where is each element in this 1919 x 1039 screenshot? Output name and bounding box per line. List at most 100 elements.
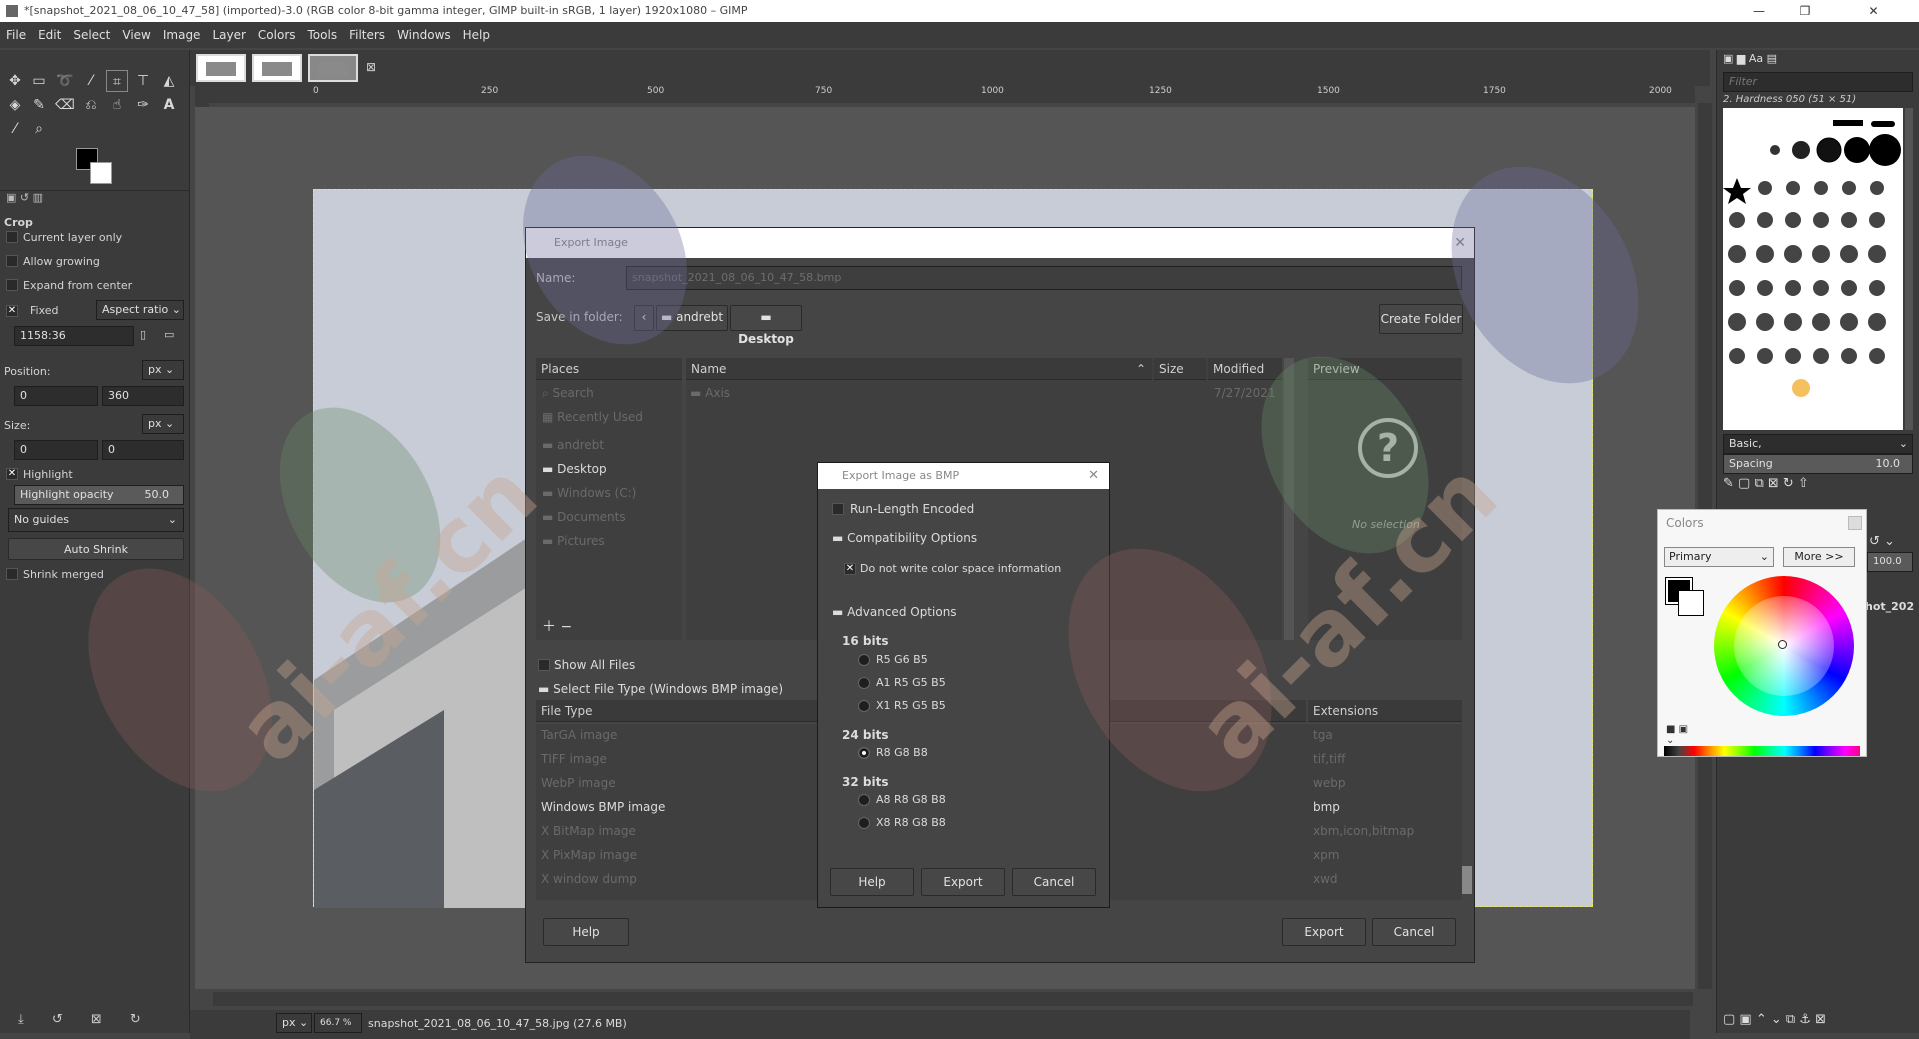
spacing-slider[interactable]: Spacing 10.0 bbox=[1723, 454, 1913, 474]
color-palette[interactable] bbox=[1664, 746, 1860, 756]
secondary-swatch[interactable] bbox=[1678, 590, 1704, 616]
lasso-icon[interactable]: ➰ bbox=[54, 70, 76, 92]
bmp-export-button[interactable]: Export bbox=[921, 868, 1005, 896]
no-color-space-checkbox[interactable]: ✕ bbox=[844, 563, 856, 575]
file-type-row[interactable]: X BitMap image bbox=[541, 824, 636, 838]
menu-file[interactable]: File bbox=[0, 22, 32, 48]
crumb-desktop[interactable]: ▬ Desktop bbox=[730, 305, 802, 346]
auto-shrink-button[interactable]: Auto Shrink bbox=[8, 538, 184, 560]
brush-filter-input[interactable]: Filter bbox=[1723, 72, 1913, 92]
close-tab-icon[interactable]: ⊠ bbox=[366, 60, 376, 74]
rle-checkbox[interactable] bbox=[832, 503, 844, 515]
file-row[interactable]: ▬ Axis bbox=[690, 386, 730, 400]
toolbox-actions[interactable]: ⤓ ↺ ⊠ ↻ bbox=[0, 1012, 190, 1039]
menu-tools[interactable]: Tools bbox=[302, 22, 344, 48]
bucket-icon[interactable]: ◈ bbox=[4, 94, 26, 116]
name-header[interactable]: Name ⌃ bbox=[686, 358, 1152, 380]
color-wheel[interactable] bbox=[1714, 576, 1854, 716]
position-x-input[interactable]: 0 bbox=[14, 386, 98, 406]
status-unit-select[interactable]: px ⌄ bbox=[276, 1013, 312, 1033]
position-unit-select[interactable]: px ⌄ bbox=[142, 360, 184, 380]
bmp-help-button[interactable]: Help bbox=[830, 868, 914, 896]
picker-icon[interactable]: ⁄ bbox=[4, 118, 26, 140]
image-tab[interactable] bbox=[308, 54, 358, 82]
place-andrebt[interactable]: ▬ andrebt bbox=[542, 438, 604, 452]
more-button[interactable]: More >> bbox=[1783, 547, 1855, 567]
size-header[interactable]: Size bbox=[1154, 358, 1206, 380]
file-type-row[interactable]: TarGA image bbox=[541, 728, 617, 742]
highlight-opacity-slider[interactable]: Highlight opacity 50.0 bbox=[14, 485, 184, 505]
layer-opacity-input[interactable]: 100.0 bbox=[1867, 552, 1913, 572]
radio-a1r5g5b5[interactable] bbox=[858, 677, 870, 689]
menu-select[interactable]: Select bbox=[67, 22, 116, 48]
menu-edit[interactable]: Edit bbox=[32, 22, 67, 48]
fixed-checkbox[interactable]: ✕ bbox=[6, 305, 18, 317]
fuzzy-select-icon[interactable]: ⁄ bbox=[80, 70, 102, 92]
allow-growing-checkbox[interactable] bbox=[6, 255, 18, 267]
horizontal-scrollbar[interactable] bbox=[213, 992, 1693, 1006]
move-tool-icon[interactable]: ✥ bbox=[4, 70, 26, 92]
eraser-icon[interactable]: ⌫ bbox=[54, 94, 76, 116]
menu-windows[interactable]: Windows bbox=[391, 22, 457, 48]
file-type-row[interactable]: WebP image bbox=[541, 776, 616, 790]
create-folder-button[interactable]: Create Folder bbox=[1379, 304, 1463, 334]
radio-x1r5g5b5[interactable] bbox=[858, 700, 870, 712]
bg-color-swatch[interactable] bbox=[90, 162, 112, 184]
crop-tool-icon[interactable]: ⌗ bbox=[106, 70, 128, 92]
swap-color-icon[interactable]: ■ ▣ ⌄ bbox=[1666, 724, 1696, 746]
add-remove-place-icon[interactable]: ＋ − bbox=[542, 616, 572, 636]
radio-r5g6b5[interactable] bbox=[858, 654, 870, 666]
layer-actions[interactable]: ▢ ▣ ⌃ ⌄ ⧉ ⚓ ⊠ bbox=[1723, 1012, 1913, 1030]
place-search[interactable]: ⌕ Search bbox=[542, 386, 594, 401]
redo-icon[interactable]: ↺ ⌄ bbox=[1869, 534, 1895, 549]
tool-options-tabs[interactable]: ▣ ↺ ▥ bbox=[0, 190, 190, 206]
radio-r8g8b8-selected[interactable] bbox=[858, 747, 870, 759]
size-w-input[interactable]: 0 bbox=[14, 440, 98, 460]
minimize-icon[interactable]: — bbox=[1736, 0, 1782, 22]
image-tab[interactable] bbox=[252, 54, 302, 82]
text-tool-icon[interactable]: A bbox=[158, 94, 180, 116]
guides-select[interactable]: No guides ⌄ bbox=[8, 508, 184, 532]
file-type-row-selected[interactable]: Windows BMP image bbox=[541, 800, 665, 814]
paths-icon[interactable]: ✑ bbox=[132, 94, 154, 116]
brush-grid[interactable] bbox=[1723, 108, 1903, 430]
size-h-input[interactable]: 0 bbox=[102, 440, 184, 460]
menu-image[interactable]: Image bbox=[157, 22, 207, 48]
place-pictures[interactable]: ▬ Pictures bbox=[542, 534, 605, 548]
transform-icon[interactable]: ⊤ bbox=[132, 70, 154, 92]
radio-x8r8g8b8[interactable] bbox=[858, 817, 870, 829]
file-type-row[interactable]: X PixMap image bbox=[541, 848, 637, 862]
modified-header[interactable]: Modified bbox=[1208, 358, 1282, 380]
rect-select-icon[interactable]: ▭ bbox=[28, 70, 50, 92]
place-recent[interactable]: ▦ Recently Used bbox=[542, 410, 643, 424]
color-mode-select[interactable]: Primary ⌄ bbox=[1664, 547, 1774, 567]
bmp-close-icon[interactable]: ✕ bbox=[1088, 463, 1099, 489]
brush-actions[interactable]: ✎ ▢ ⧉ ⊠ ↻ ⇧ bbox=[1723, 476, 1913, 494]
menu-layer[interactable]: Layer bbox=[206, 22, 251, 48]
bmp-cancel-button[interactable]: Cancel bbox=[1012, 868, 1096, 896]
compat-expander[interactable]: ▬ Compatibility Options bbox=[832, 531, 977, 545]
file-type-scroll-thumb[interactable] bbox=[1462, 866, 1472, 894]
filename-input[interactable]: snapshot_2021_08_06_10_47_58.bmp bbox=[626, 266, 1462, 290]
expand-from-center-checkbox[interactable] bbox=[6, 279, 18, 291]
export-export-button[interactable]: Export bbox=[1282, 918, 1366, 946]
radio-a8r8g8b8[interactable] bbox=[858, 794, 870, 806]
highlight-checkbox[interactable]: ✕ bbox=[6, 468, 18, 480]
dock-tabs[interactable]: ▣ ▆ Aa ▤ bbox=[1723, 52, 1913, 70]
file-type-row[interactable]: TIFF image bbox=[541, 752, 607, 766]
landscape-icon[interactable]: ▭ bbox=[164, 328, 174, 341]
zoom-select[interactable]: 66.7 % ⌄ bbox=[314, 1013, 362, 1039]
colors-close-icon[interactable] bbox=[1848, 516, 1862, 530]
show-all-files-checkbox[interactable] bbox=[538, 659, 550, 671]
ratio-input[interactable]: 1158:36 bbox=[14, 326, 134, 346]
brush-scrollbar[interactable] bbox=[1905, 108, 1913, 430]
brush-preset-select[interactable]: Basic, ⌄ bbox=[1723, 434, 1913, 454]
smudge-icon[interactable]: ☝ bbox=[106, 94, 128, 116]
image-tab[interactable] bbox=[196, 54, 246, 82]
place-windows[interactable]: ▬ Windows (C:) bbox=[542, 486, 636, 500]
aspect-ratio-select[interactable]: Aspect ratio ⌄ bbox=[96, 300, 184, 320]
export-cancel-button[interactable]: Cancel bbox=[1372, 918, 1456, 946]
place-desktop[interactable]: ▬ Desktop bbox=[542, 462, 607, 476]
current-layer-only-checkbox[interactable] bbox=[6, 231, 18, 243]
position-y-input[interactable]: 360 bbox=[102, 386, 184, 406]
